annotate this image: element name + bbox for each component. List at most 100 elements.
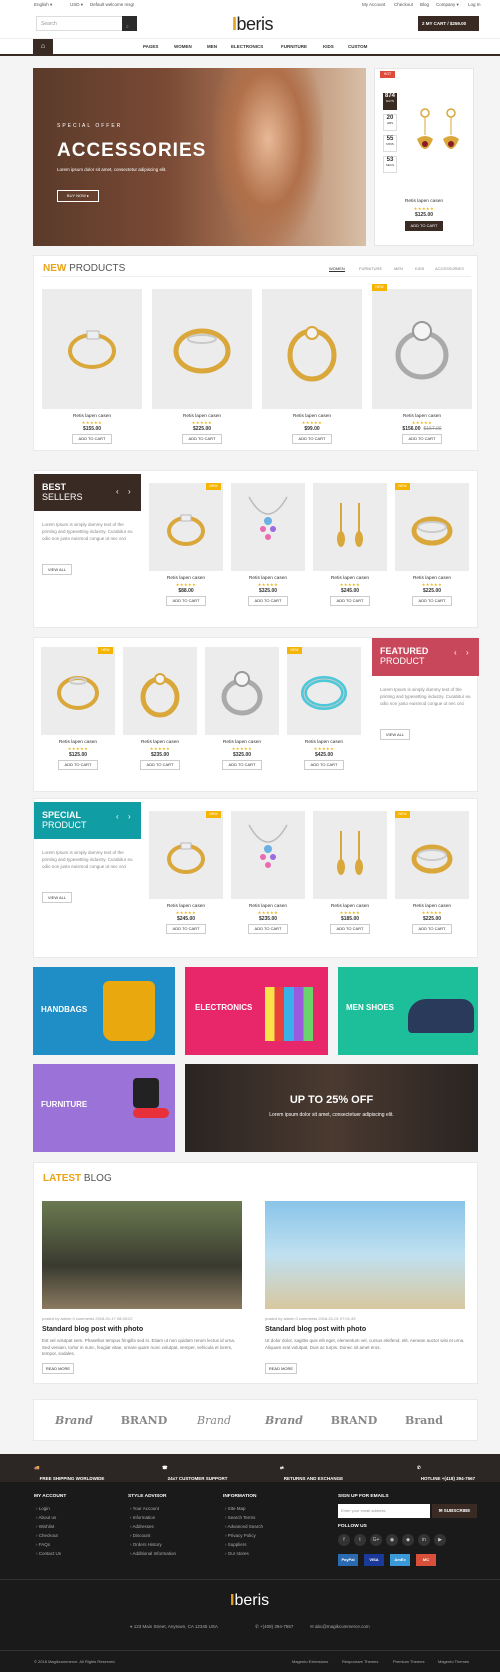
brand-logo[interactable]: BRAND (324, 1414, 384, 1427)
prev-arrow-icon[interactable]: ‹ (116, 487, 119, 496)
tab-furniture[interactable]: FURNITURE (359, 266, 382, 271)
add-to-cart-button[interactable]: ADD TO CART (248, 596, 288, 606)
product-card[interactable]: Retis lapen casen ★★★★★ $325.00 ADD TO C… (231, 483, 305, 623)
footer-link[interactable]: › Search Terms (225, 1515, 255, 1520)
tab-men[interactable]: MEN (394, 266, 403, 271)
checkout-link[interactable]: Checkout (394, 2, 413, 7)
product-name[interactable]: Retis lapen casen (149, 904, 223, 909)
product-name[interactable]: Retis lapen casen (313, 904, 387, 909)
product-name[interactable]: Retis lapen casen (41, 740, 115, 745)
search-input[interactable]: Search (41, 21, 57, 27)
pinterest-icon[interactable]: ◆ (402, 1534, 414, 1546)
search-button[interactable]: ⌕ (122, 16, 137, 31)
add-to-cart-button[interactable]: ADD TO CART (330, 596, 370, 606)
read-more-button[interactable]: READ MORE (265, 1363, 297, 1374)
add-to-cart-button[interactable]: ADD TO CART (330, 924, 370, 934)
product-card[interactable]: NEW Retis lapen casen ★★★★★ $245.00 ADD … (149, 811, 223, 951)
nav-kids[interactable]: KIDS (323, 44, 334, 49)
blog-post-title[interactable]: Standard blog post with photo (42, 1326, 143, 1333)
product-name[interactable]: Retis lapen casen (287, 740, 361, 745)
product-card[interactable]: Retis lapen casen ★★★★★ $225.00 ADD TO C… (152, 289, 252, 449)
hero-banner[interactable]: SPECIAL OFFER ACCESSORIES Lorem ipsum do… (33, 68, 366, 246)
cart-button[interactable]: 2 MY CART / $259.00 (418, 16, 479, 31)
nav-custom[interactable]: CUSTOM (348, 44, 367, 49)
footer-link[interactable]: › Additional Information (130, 1551, 176, 1556)
prev-arrow-icon[interactable]: ‹ (454, 648, 457, 657)
handbags-banner[interactable]: HANDBAGS (33, 967, 175, 1055)
men-shoes-banner[interactable]: MEN SHOES (338, 967, 478, 1055)
footer-link[interactable]: › Privacy Policy (225, 1533, 256, 1538)
footer-bottom-link[interactable]: Premium Themes (393, 1659, 425, 1664)
tab-women[interactable]: WOMEN (329, 266, 345, 272)
nav-electronics[interactable]: ELECTRONICS (231, 44, 263, 49)
hero-buy-button[interactable]: BUY NOW ▸ (57, 190, 99, 202)
product-card[interactable]: Retis lapen casen ★★★★★ $245.00 ADD TO C… (313, 483, 387, 623)
product-card[interactable]: Retis lapen casen ★★★★★ $185.00 ADD TO C… (313, 811, 387, 951)
footer-link[interactable]: › Contact Us (36, 1551, 61, 1556)
linkedin-icon[interactable]: in (418, 1534, 430, 1546)
tab-accessories[interactable]: ACCESSORIES (435, 266, 464, 271)
product-card[interactable]: Retis lapen casen ★★★★★ $99.00 ADD TO CA… (262, 289, 362, 449)
login-link[interactable]: Log In (468, 2, 481, 7)
deal-product-name[interactable]: Retis lapen casen (375, 199, 473, 204)
footer-link[interactable]: › About us (36, 1515, 56, 1520)
view-all-button[interactable]: VIEW ALL (42, 564, 72, 575)
add-to-cart-button[interactable]: ADD TO CART (412, 924, 452, 934)
brand-logo[interactable]: Brand (184, 1414, 244, 1427)
sale-banner[interactable]: UP TO 25% OFF Lorem ipsum dolor sit amet… (185, 1064, 478, 1152)
product-name[interactable]: Retis lapen casen (231, 904, 305, 909)
footer-link[interactable]: › Advanced Search (225, 1524, 263, 1529)
brand-logo[interactable]: Brand (44, 1414, 104, 1427)
nav-men[interactable]: MEN (207, 44, 217, 49)
footer-link[interactable]: › Wishlist (36, 1524, 54, 1529)
footer-link[interactable]: › Information (130, 1515, 155, 1520)
product-name[interactable]: Retis lapen casen (395, 576, 469, 581)
add-to-cart-button[interactable]: ADD TO CART (72, 434, 112, 444)
footer-logo[interactable]: Iberis (230, 1592, 269, 1610)
search-box[interactable]: Search ⌕ (36, 16, 137, 31)
next-arrow-icon[interactable]: › (128, 812, 131, 821)
view-all-button[interactable]: VIEW ALL (42, 892, 72, 903)
nav-furniture[interactable]: FURNITURE (281, 44, 307, 49)
subscribe-button[interactable]: ✉ SUBSCRIBE (432, 1504, 477, 1518)
footer-link[interactable]: › Suppliers (225, 1542, 247, 1547)
add-to-cart-button[interactable]: ADD TO CART (304, 760, 344, 770)
blog-image-beach[interactable] (265, 1201, 465, 1309)
blog-image-car[interactable] (42, 1201, 242, 1309)
brand-logo[interactable]: Brand (254, 1414, 314, 1427)
footer-link[interactable]: › Our stores (225, 1551, 249, 1556)
product-name[interactable]: Retis lapen casen (262, 414, 362, 419)
product-name[interactable]: Retis lapen casen (205, 740, 279, 745)
footer-bottom-link[interactable]: Magento Themes (438, 1659, 469, 1664)
add-to-cart-button[interactable]: ADD TO CART (140, 760, 180, 770)
product-card[interactable]: NEW Retis lapen casen ★★★★★ $225.00 ADD … (395, 483, 469, 623)
view-all-button[interactable]: VIEW ALL (380, 729, 410, 740)
product-card[interactable]: NEW Retis lapen casen ★★★★★ $225.00 ADD … (395, 811, 469, 951)
brand-logo[interactable]: BRAND (114, 1414, 174, 1427)
home-button[interactable]: ⌂ (33, 39, 53, 55)
language-select[interactable]: English ▾ (34, 2, 52, 8)
footer-link[interactable]: › Site Map (225, 1506, 246, 1511)
product-card[interactable]: NEW Retis lapen casen ★★★★★ $125.00 ADD … (41, 647, 115, 787)
nav-pages[interactable]: PAGES (143, 44, 158, 49)
company-menu[interactable]: Company ▾ (436, 2, 459, 8)
prev-arrow-icon[interactable]: ‹ (116, 812, 119, 821)
google-plus-icon[interactable]: G+ (370, 1534, 382, 1546)
tab-kids[interactable]: KIDS (415, 266, 424, 271)
add-to-cart-button[interactable]: ADD TO CART (182, 434, 222, 444)
next-arrow-icon[interactable]: › (466, 648, 469, 657)
footer-link[interactable]: › Login (36, 1506, 50, 1511)
product-card[interactable]: NEW Retis lapen casen ★★★★★ $156.00 $167.… (372, 284, 472, 449)
nav-women[interactable]: WOMEN (174, 44, 192, 49)
add-to-cart-button[interactable]: ADD TO CART (166, 924, 206, 934)
my-account-link[interactable]: My Account (362, 2, 385, 7)
product-card[interactable]: Retis lapen casen ★★★★★ $235.00 ADD TO C… (231, 811, 305, 951)
add-to-cart-button[interactable]: ADD TO CART (58, 760, 98, 770)
blog-link[interactable]: Blog (420, 2, 429, 7)
product-card[interactable]: NEW Retis lapen casen ★★★★★ $425.00 ADD … (287, 647, 361, 787)
product-name[interactable]: Retis lapen casen (313, 576, 387, 581)
next-arrow-icon[interactable]: › (128, 487, 131, 496)
rss-icon[interactable]: ◉ (386, 1534, 398, 1546)
electronics-banner[interactable]: ELECTRONICS (185, 967, 328, 1055)
footer-link[interactable]: › FAQs (36, 1542, 50, 1547)
